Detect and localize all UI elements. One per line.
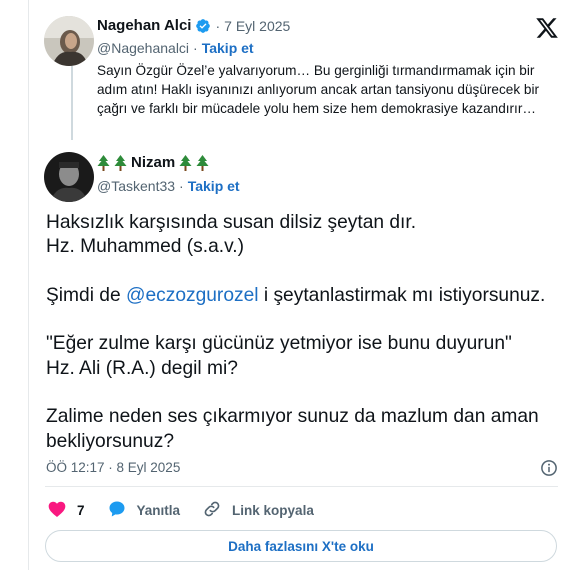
reply-button[interactable]: Yanıtla xyxy=(107,499,181,522)
quoted-separator: · xyxy=(215,17,221,34)
tweet-paragraph: Zalime neden ses çıkarmıyor sunuz da maz… xyxy=(46,406,539,452)
tweet-text: Haksızlık karşısında susan dilsiz şeytan… xyxy=(46,211,566,454)
tweet-follow-link[interactable]: Takip et xyxy=(188,178,240,194)
quoted-follow-link[interactable]: Takip et xyxy=(202,40,254,56)
quoted-date[interactable]: 7 Eyl 2025 xyxy=(224,18,290,34)
divider xyxy=(45,486,558,487)
verified-badge-icon xyxy=(195,18,211,34)
quoted-handle-row: @Nagehanalci · Takip et xyxy=(97,40,254,56)
tweet-timestamp[interactable]: ÖÖ 12:17 · 8 Eyl 2025 xyxy=(46,460,180,475)
link-icon xyxy=(202,499,222,522)
tweet-actions: 7 Yanıtla Link kopyala xyxy=(47,499,336,521)
tweet-handle-row: @Taskent33 · Takip et xyxy=(97,178,240,194)
nagehan-avatar[interactable] xyxy=(44,16,94,66)
mention-link[interactable]: @eczozgurozel xyxy=(126,285,259,306)
evergreen-tree-icon xyxy=(97,154,110,171)
evergreen-tree-icon xyxy=(179,154,192,171)
reply-label: Yanıtla xyxy=(136,502,181,518)
like-count: 7 xyxy=(77,502,85,518)
tweet-paragraph: "Eğer zulme karşı gücünüz yetmiyor ise b… xyxy=(46,333,512,379)
like-button[interactable]: 7 xyxy=(47,499,85,522)
evergreen-tree-icon xyxy=(114,154,127,171)
tweet-handle-separator: · xyxy=(179,178,184,194)
tweet-paragraph: Haksızlık karşısında susan dilsiz şeytan… xyxy=(46,212,417,258)
copy-link-button[interactable]: Link kopyala xyxy=(202,499,314,522)
evergreen-tree-icon xyxy=(196,154,209,171)
tweet-name-row: Nizam xyxy=(97,154,209,171)
quoted-handle-separator: · xyxy=(193,40,198,56)
info-icon[interactable] xyxy=(540,459,558,477)
tweet-handle[interactable]: @Taskent33 xyxy=(97,178,175,194)
embedded-tweet-card: Nagehan Alci · 7 Eyl 2025 @Nagehanalci ·… xyxy=(28,0,574,570)
quoted-handle[interactable]: @Nagehanalci xyxy=(97,40,189,56)
tweet-paragraph-prefix: Şimdi de xyxy=(46,284,126,306)
tweet-paragraph-suffix: i şeytanlastirmak mı istiyorsunuz. xyxy=(258,284,546,306)
heart-icon xyxy=(47,499,67,522)
quoted-tweet-text: Sayın Özgür Özel’e yalvarıyorum… Bu gerg… xyxy=(97,63,540,116)
quoted-name-row: Nagehan Alci · 7 Eyl 2025 xyxy=(97,17,290,34)
x-logo-icon[interactable] xyxy=(534,16,560,40)
reply-bubble-icon xyxy=(107,499,127,522)
quoted-display-name[interactable]: Nagehan Alci xyxy=(97,17,191,34)
tweet-paragraph-mention: Şimdi de @eczozgurozel i şeytanlastirmak… xyxy=(46,284,566,308)
nizam-avatar[interactable] xyxy=(44,152,94,202)
read-more-button[interactable]: Daha fazlasını X'te oku xyxy=(45,530,557,562)
tweet-display-name[interactable]: Nizam xyxy=(131,154,175,171)
thread-connector-line xyxy=(71,66,73,140)
copy-link-label: Link kopyala xyxy=(232,502,314,518)
